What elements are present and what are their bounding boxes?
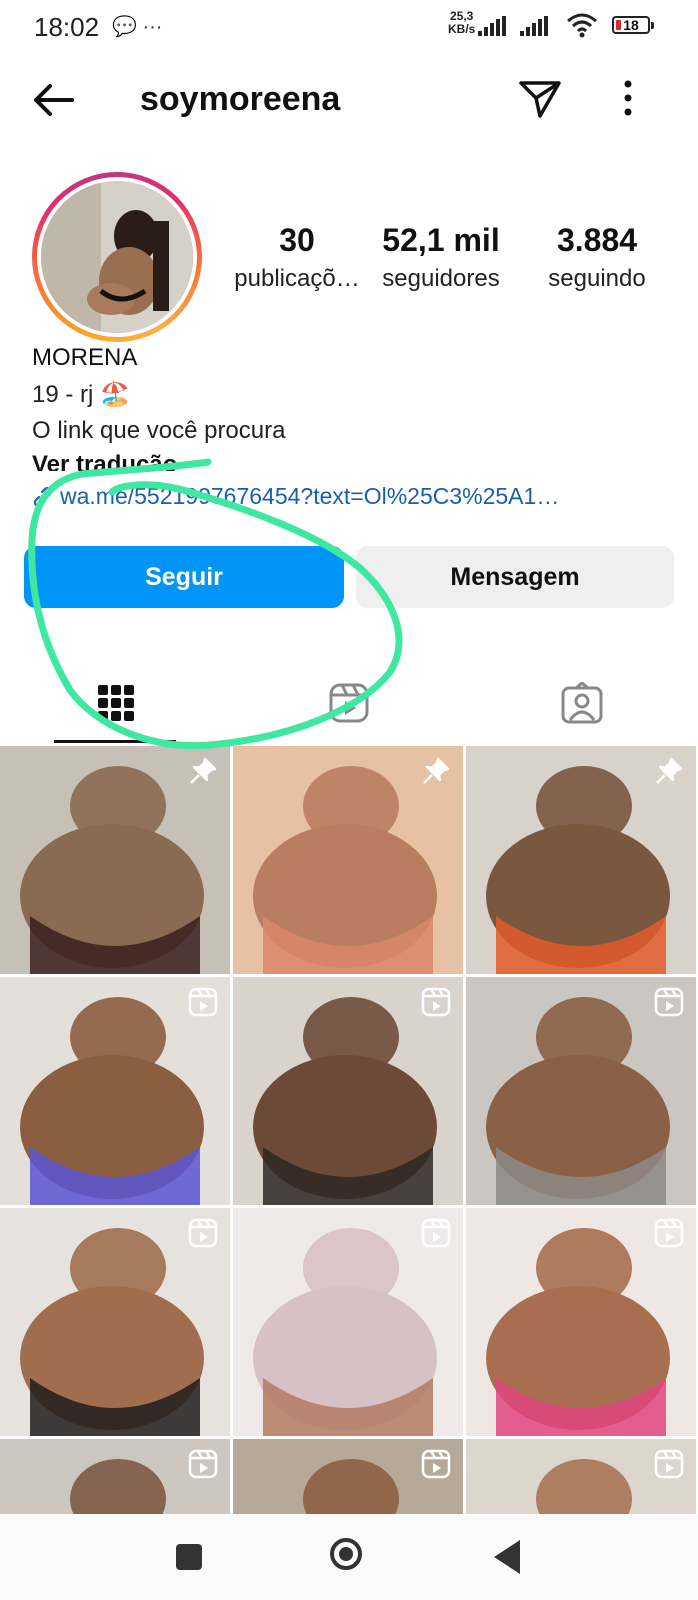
post-thumbnail[interactable] bbox=[233, 746, 463, 974]
pin-icon bbox=[188, 756, 218, 791]
tab-tagged[interactable] bbox=[466, 660, 698, 746]
status-bar: 18:02 💬 ··· 25,3 KB/s 18 bbox=[0, 0, 698, 52]
profile-header: soymoreena bbox=[0, 60, 698, 146]
post-thumbnail[interactable] bbox=[0, 1208, 230, 1436]
stat-posts[interactable]: 30 publicaçõ… bbox=[230, 222, 364, 293]
post-thumbnail[interactable] bbox=[233, 1439, 463, 1514]
post-thumbnail[interactable] bbox=[466, 977, 696, 1205]
reels-icon bbox=[421, 1449, 451, 1484]
recents-button[interactable] bbox=[176, 1544, 202, 1570]
reels-icon bbox=[654, 1218, 684, 1253]
avatar[interactable] bbox=[32, 172, 202, 342]
post-thumbnail[interactable] bbox=[466, 746, 696, 974]
post-thumbnail[interactable] bbox=[233, 1208, 463, 1436]
bio-link-text: wa.me/5521997676454?text=Ol%25C3%25A1… bbox=[60, 483, 560, 509]
system-back-button[interactable] bbox=[494, 1540, 520, 1574]
tab-reels[interactable] bbox=[233, 660, 465, 746]
reels-icon bbox=[421, 987, 451, 1022]
profile-bio: MORENA 19 - rj 🏖️ O link que você procur… bbox=[32, 344, 672, 510]
stat-followers[interactable]: 52,1 mil seguidores bbox=[374, 222, 508, 293]
reels-icon bbox=[654, 1449, 684, 1484]
vertical-dots-icon[interactable] bbox=[622, 80, 634, 116]
post-thumbnail[interactable] bbox=[466, 1439, 696, 1514]
profile-name: MORENA bbox=[32, 344, 138, 371]
follow-button[interactable]: Seguir bbox=[24, 546, 344, 608]
posts-grid bbox=[0, 746, 698, 1514]
tab-grid[interactable] bbox=[0, 660, 232, 746]
message-button[interactable]: Mensagem bbox=[356, 546, 674, 608]
avatar-photo bbox=[41, 181, 193, 333]
status-time: 18:02 bbox=[34, 12, 100, 42]
profile-tabs bbox=[0, 660, 698, 746]
reels-icon bbox=[329, 683, 369, 723]
reels-icon bbox=[654, 987, 684, 1022]
post-thumbnail[interactable] bbox=[0, 977, 230, 1205]
link-icon bbox=[33, 486, 53, 507]
signal-icon bbox=[520, 16, 548, 36]
system-nav-bar bbox=[0, 1514, 698, 1600]
home-button[interactable] bbox=[330, 1538, 362, 1570]
bio-link[interactable]: wa.me/5521997676454?text=Ol%25C3%25A1… bbox=[32, 483, 672, 510]
see-translation-link[interactable]: Ver tradução bbox=[32, 451, 672, 471]
post-thumbnail[interactable] bbox=[0, 746, 230, 974]
post-thumbnail[interactable] bbox=[233, 977, 463, 1205]
active-tab-indicator bbox=[54, 740, 176, 743]
bio-line: O link que você procura bbox=[32, 417, 286, 444]
reels-icon bbox=[188, 1218, 218, 1253]
stat-following[interactable]: 3.884 seguindo bbox=[530, 222, 664, 293]
reels-icon bbox=[421, 1218, 451, 1253]
signal-icon bbox=[478, 16, 506, 36]
reels-icon bbox=[188, 1449, 218, 1484]
post-thumbnail[interactable] bbox=[0, 1439, 230, 1514]
paper-plane-icon[interactable] bbox=[518, 78, 562, 120]
notification-icons: 💬 ··· bbox=[112, 16, 163, 38]
battery-icon: 18 bbox=[612, 16, 654, 34]
arrow-left-icon[interactable] bbox=[30, 80, 76, 120]
reels-icon bbox=[188, 987, 218, 1022]
tagged-person-icon bbox=[561, 682, 603, 724]
wifi-icon bbox=[567, 13, 597, 38]
grid-icon bbox=[98, 685, 134, 721]
bio-line: 19 - rj 🏖️ bbox=[32, 381, 130, 408]
pin-icon bbox=[654, 756, 684, 791]
post-thumbnail[interactable] bbox=[466, 1208, 696, 1436]
pin-icon bbox=[421, 756, 451, 791]
page-title: soymoreena bbox=[140, 80, 341, 118]
network-speed: 25,3 KB/s bbox=[448, 9, 476, 36]
